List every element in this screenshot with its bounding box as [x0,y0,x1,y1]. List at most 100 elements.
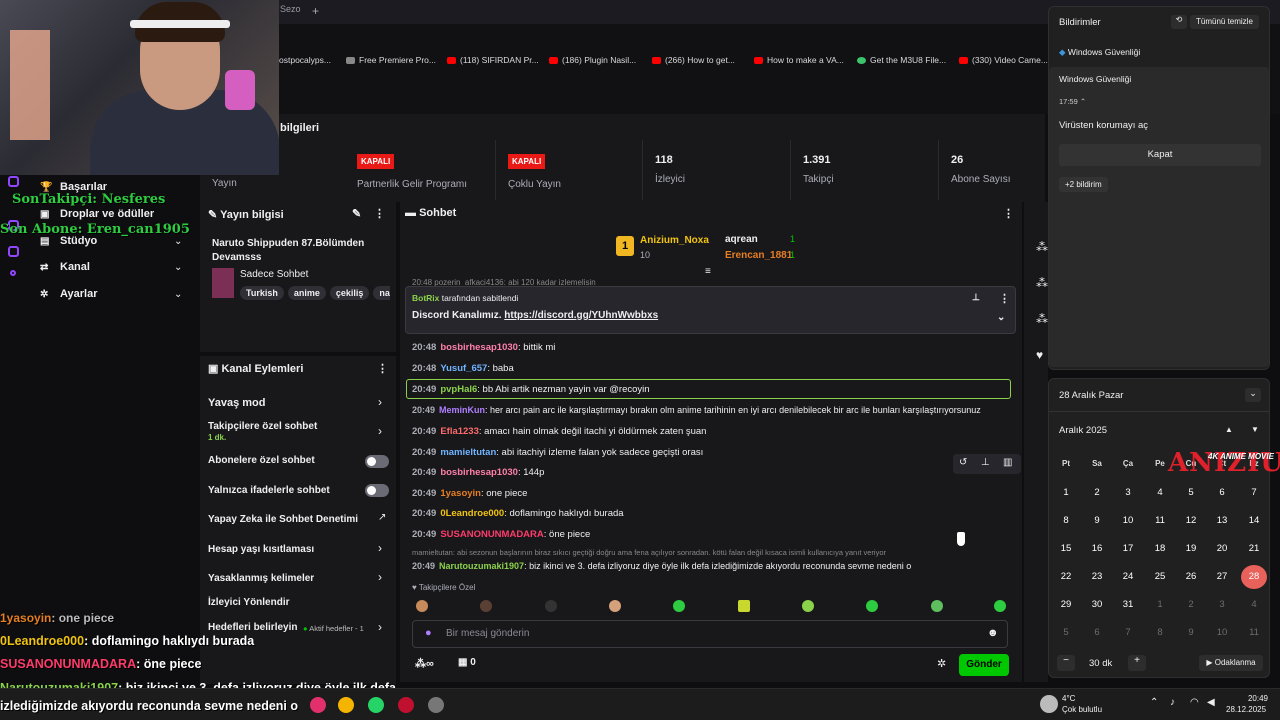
clock-date[interactable]: 28.12.2025 [1226,705,1266,714]
emote-3[interactable] [545,600,557,612]
calendar-day[interactable]: 10 [1209,627,1235,638]
chevron-down-icon[interactable]: ▼ [1251,425,1259,434]
weather-icon[interactable] [1040,695,1058,713]
clock-time[interactable]: 20:49 [1242,694,1268,703]
bookmark-item[interactable]: (186) Plugin Nasil... [549,55,636,65]
chat-message[interactable]: 20:48 bosbirhesap1030: bittik mi [412,342,555,353]
more-icon[interactable]: ⋮ [1003,207,1014,220]
calendar-day[interactable]: 14 [1241,515,1267,526]
activity-icon[interactable]: ⁂ [1036,312,1048,326]
calendar-day[interactable]: 3 [1115,487,1141,498]
more-icon[interactable]: ⋮ [377,362,388,375]
calendar-day[interactable]: 8 [1053,515,1079,526]
emote-6[interactable] [738,600,750,612]
calendar-day[interactable]: 8 [1147,627,1173,638]
browser-tab[interactable]: Sezo [280,4,310,20]
bookmark-item[interactable]: (266) How to get... [652,55,735,65]
calendar-day[interactable]: 9 [1178,627,1204,638]
bookmark-item[interactable]: Get the M3U8 File... [857,55,946,65]
more-notifications[interactable]: +2 bildirim [1059,177,1108,192]
sidebar-item-settings[interactable]: ✲ Ayarlar [40,288,98,300]
bits-icon[interactable]: ⁂∞ [415,657,434,670]
calendar-day[interactable]: 19 [1178,543,1204,554]
action-ai-moderation[interactable]: Yapay Zeka ile Sohbet Denetimi [208,514,358,525]
calendar-day[interactable]: 20 [1209,543,1235,554]
calendar-day[interactable]: 5 [1178,487,1204,498]
chevron-up-icon[interactable]: ▲ [1225,425,1233,434]
dismiss-button[interactable]: Kapat [1059,144,1261,166]
calendar-day[interactable]: 16 [1084,543,1110,554]
pin-icon[interactable]: ⊥ [972,292,980,303]
expand-leaderboard-icon[interactable]: ≡ [705,266,711,277]
chat-message[interactable]: 20:49 SUSANONUNMADARA: öne piece [412,529,590,540]
calendar-day[interactable]: 9 [1084,515,1110,526]
bookmark-item[interactable]: ostpocalyps... [279,55,331,65]
calendar-day[interactable]: 6 [1084,627,1110,638]
bookmark-item[interactable]: (330) Video Came... [959,55,1048,65]
chevron-right-icon[interactable]: › [378,620,382,634]
calendar-day[interactable]: 1 [1147,599,1173,610]
tag[interactable]: naru [373,286,390,300]
reply-icon[interactable]: ↺ [959,457,967,468]
emote-8[interactable] [866,600,878,612]
chat-message[interactable]: 20:49 pvpHal6: bb Abi artik nezman yayin … [412,384,650,395]
calendar-day[interactable]: 6 [1209,487,1235,498]
chat-message[interactable]: 20:49 bosbirhesap1030: 144p [412,467,544,478]
calendar-day[interactable]: 1 [1053,487,1079,498]
calendar-day[interactable]: 11 [1147,515,1173,526]
more-icon[interactable]: ⋮ [999,292,1010,305]
bookmark-item[interactable]: How to make a VA... [754,55,844,65]
obs-icon[interactable] [428,697,444,713]
action-slow-mode[interactable]: Yavaş mod [208,397,265,409]
calendar-day[interactable]: 25 [1147,571,1173,582]
volume-icon[interactable]: ◀ [1207,697,1215,708]
action-raid[interactable]: İzleyici Yönlendir [208,597,290,608]
leaderboard-user[interactable]: Anizium_Noxa [640,235,709,246]
toggle-emote-only[interactable] [365,484,389,497]
focus-button[interactable]: ▶ Odaklanma [1199,655,1263,671]
channel-points[interactable]: ▦ 0 [458,657,476,668]
opera-icon[interactable] [398,697,414,713]
calendar-day[interactable]: 26 [1178,571,1204,582]
whatsapp-icon[interactable] [368,697,384,713]
calendar-day[interactable]: 22 [1053,571,1079,582]
edit-icon[interactable]: ✎ [352,207,361,220]
toggle-sub-only[interactable] [365,455,389,468]
chevron-down-icon[interactable]: ⌄ [1245,388,1261,402]
calendar-day[interactable]: 18 [1147,543,1173,554]
bookmark-item[interactable]: Free Premiere Pro... [346,55,436,65]
sidebar-item-drops[interactable]: ▣ Droplar ve ödüller [40,208,154,220]
calendar-day[interactable]: 27 [1209,571,1235,582]
action-goals[interactable]: Hedefleri belirleyin [208,622,297,633]
clear-all-button[interactable]: Tümünü temizle [1190,15,1259,29]
emote-1[interactable] [416,600,428,612]
tray-chevron-icon[interactable]: ⌃ [1150,697,1158,708]
mic-icon[interactable]: ♪ [1170,697,1175,708]
emote-9[interactable] [931,600,943,612]
mic-icon[interactable]: ● [425,627,432,639]
calendar-day[interactable]: 2 [1084,487,1110,498]
calendar-day[interactable]: 5 [1053,627,1079,638]
delete-icon[interactable]: ▥ [1003,457,1012,468]
tag[interactable]: Turkish [240,286,284,300]
discord-link[interactable]: https://discord.gg/YUhnWwbbxs [504,310,658,321]
action-banned-words[interactable]: Yasaklanmış kelimeler [208,573,314,584]
chat-settings-icon[interactable]: ✲ [937,657,946,670]
action-account-age[interactable]: Hesap yaşı kısıtlaması [208,544,314,555]
chevron-right-icon[interactable]: › [378,424,382,438]
chevron-right-icon[interactable]: › [378,541,382,555]
calendar-day[interactable]: 31 [1115,599,1141,610]
calendar-day[interactable]: 15 [1053,543,1079,554]
calendar-month[interactable]: Aralık 2025 [1059,425,1107,436]
wifi-icon[interactable]: ◠ [1190,697,1199,708]
calendar-day[interactable]: 13 [1209,515,1235,526]
leaderboard-user[interactable]: aqrean [725,234,758,245]
calendar-day[interactable]: 11 [1241,627,1267,638]
bookmark-item[interactable]: (118) SIFIRDAN Pr... [447,55,539,65]
calendar-day[interactable]: 28 [1241,565,1267,589]
calendar-day[interactable]: 4 [1241,599,1267,610]
new-tab-button[interactable]: + [312,4,319,18]
emote-5[interactable] [673,600,685,612]
chevron-right-icon[interactable]: › [378,570,382,584]
chat-input[interactable]: ● Bir mesaj gönderin ☻ [412,620,1008,648]
